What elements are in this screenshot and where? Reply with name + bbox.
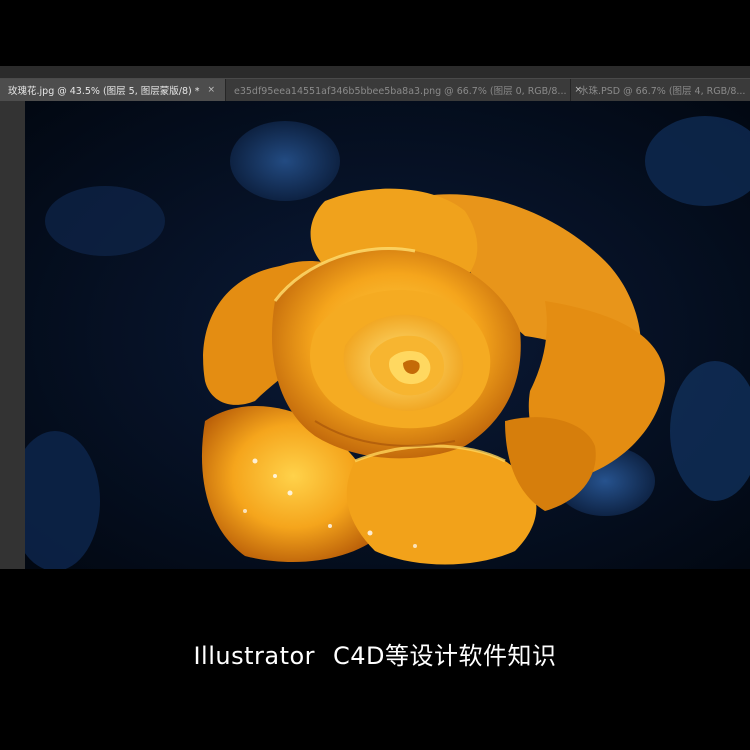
video-frame: 玫瑰花.jpg @ 43.5% (图层 5, 图层蒙版/8) * × e35df… — [0, 0, 750, 750]
tools-panel — [0, 101, 26, 569]
tab-title: 玫瑰花.jpg @ 43.5% (图层 5, 图层蒙版/8) * — [8, 86, 200, 97]
caption-part-1: Illustrator — [193, 642, 316, 670]
subtitle-caption: Illustrator C4D等设计软件知识 — [0, 636, 750, 671]
caption-part-2: C4D等设计软件知识 — [333, 642, 557, 670]
document-tab-png[interactable]: e35df95eea14551af346b5bbee5ba8a3.png @ 6… — [226, 79, 582, 101]
rose-photo — [25, 101, 750, 569]
photoshop-window: 玫瑰花.jpg @ 43.5% (图层 5, 图层蒙版/8) * × e35df… — [0, 66, 750, 569]
document-tab-bar: 玫瑰花.jpg @ 43.5% (图层 5, 图层蒙版/8) * × e35df… — [0, 78, 750, 102]
document-tab-psd[interactable]: 水珠.PSD @ 66.7% (图层 4, RGB/8... — [571, 79, 750, 101]
tab-title: e35df95eea14551af346b5bbee5ba8a3.png @ 6… — [234, 86, 567, 97]
tab-title: 水珠.PSD @ 66.7% (图层 4, RGB/8... — [579, 86, 746, 97]
document-tab-rose[interactable]: 玫瑰花.jpg @ 43.5% (图层 5, 图层蒙版/8) * × — [0, 79, 226, 101]
close-icon[interactable]: × — [208, 85, 216, 95]
document-canvas[interactable] — [25, 101, 750, 569]
